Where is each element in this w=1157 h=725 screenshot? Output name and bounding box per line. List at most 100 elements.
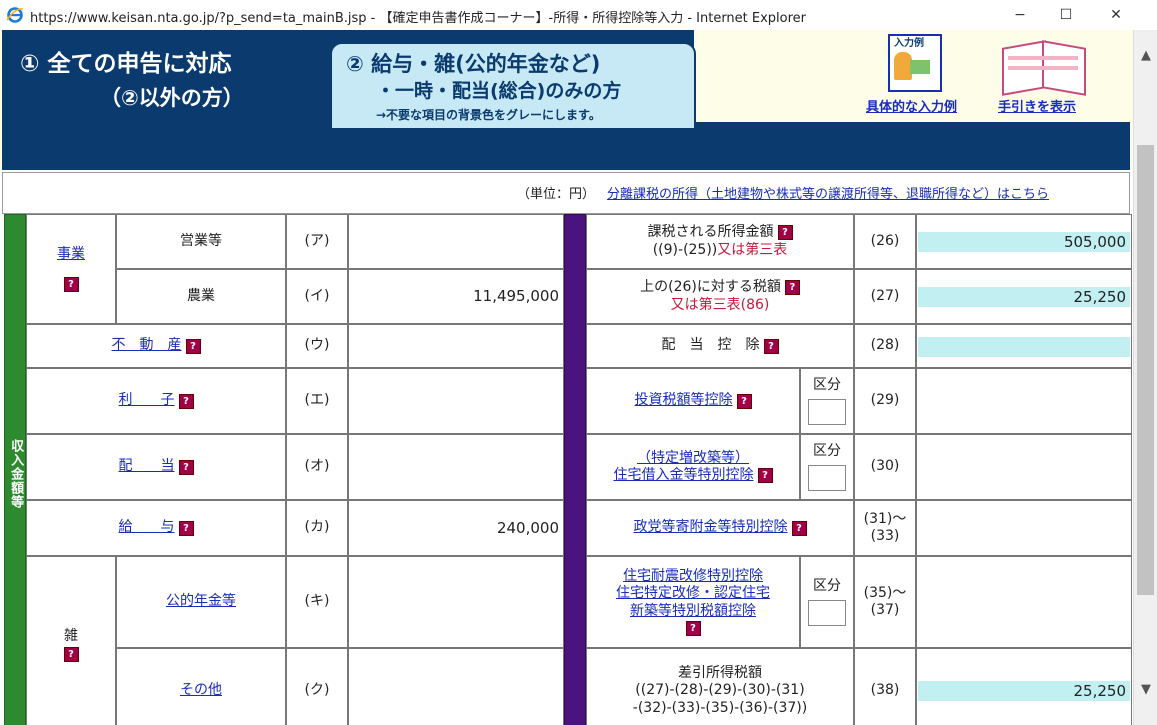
seismic-retrofit-link-1[interactable]: 住宅耐震改修特別控除 [623,568,763,586]
interest-code: (エ) [286,368,348,434]
input-example-link[interactable]: 具体的な入力例 [866,96,957,115]
net-tax-formula-1: ((27)-(28)-(29)-(30)-(31) [635,682,805,699]
seismic-retrofit-kubun-input[interactable] [808,599,846,626]
political-donation-label: 政党等寄附金等特別控除 ? [586,500,854,556]
business-help-icon[interactable]: ? [63,277,79,293]
business-sales-value[interactable] [348,214,564,269]
taxable-income-value[interactable]: 505,000 [918,232,1130,252]
dividend-deduction-help-icon[interactable]: ? [763,338,779,354]
mode-banner: ① 全ての申告に対応 （②以外の方） ② 給与・雑(公的年金など) ・一時・配当… [0,30,1133,170]
tab-salary-title: ② 給与・雑(公的年金など) [346,52,601,76]
investment-credit-value[interactable] [916,368,1132,434]
public-pension-link[interactable]: 公的年金等 [166,593,236,611]
unit-label: （単位：円） [517,187,596,202]
business-link[interactable]: 事業 [57,246,85,264]
vertical-scrollbar[interactable]: ▲ ▼ [1133,30,1157,725]
show-guide-link[interactable]: 手引きを表示 [998,96,1076,115]
dividend-deduction-label: 配 当 控 除 ? [586,324,854,368]
tax-amount-code: (27) [854,269,916,324]
net-tax-value[interactable]: 25,250 [918,681,1130,701]
taxable-income-formula: ((9)-(25)) [652,241,718,258]
dividend-link[interactable]: 配 当 [119,458,175,476]
housing-loan-help-icon[interactable]: ? [757,467,773,483]
seismic-retrofit-code-2: (37) [870,602,900,618]
seismic-retrofit-kubun-label: 区分 [813,578,841,595]
investment-credit-link[interactable]: 投資税額等控除 [635,392,733,410]
dividend-deduction-value[interactable] [918,337,1130,357]
public-pension-code: (キ) [286,556,348,648]
public-pension-row-label: 公的年金等 [116,556,286,648]
tab-salary-subtitle: ・一時・配当(総合)のみの方 [376,80,622,102]
public-pension-value[interactable] [348,556,564,648]
dividend-deduction-code: (28) [854,324,916,368]
housing-loan-value[interactable] [916,434,1132,500]
housing-loan-kubun: 区分 [800,434,854,500]
salary-value[interactable]: 240,000 [348,500,564,556]
tax-amount-alt: 又は第三表(86) [670,296,770,313]
seismic-retrofit-help-icon[interactable]: ? [685,621,701,637]
close-button[interactable]: ✕ [1094,0,1138,30]
housing-loan-link-2[interactable]: 住宅借入金等特別控除 [614,467,754,483]
misc-other-link[interactable]: その他 [180,682,222,700]
unit-row: （単位：円） 分離課税の所得（土地建物や株式等の譲渡所得等、退職所得など）はこち… [2,172,1130,214]
seismic-retrofit-value[interactable] [916,556,1132,648]
tab-all-returns[interactable]: ① 全ての申告に対応 （②以外の方） [2,30,330,122]
political-donation-code-2: (33) [870,528,900,544]
political-donation-help-icon[interactable]: ? [791,520,807,536]
interest-help-icon[interactable]: ? [178,393,194,409]
housing-loan-label: （特定増改築等） 住宅借入金等特別控除? [586,434,800,500]
seismic-retrofit-label: 住宅耐震改修特別控除 住宅特定改修・認定住宅 新築等特別税額控除 ? [586,556,800,648]
misc-other-value[interactable] [348,648,564,725]
business-farm-value[interactable]: 11,495,000 [348,269,564,324]
interest-link[interactable]: 利 子 [119,392,175,410]
minimize-button[interactable]: − [998,0,1042,30]
seismic-retrofit-link-2[interactable]: 住宅特定改修・認定住宅 [616,585,770,603]
tab-salary-note: →不要な項目の背景色をグレーにします。 [376,108,601,122]
taxable-income-label: 課税される所得金額? ((9)-(25))又は第三表 [586,214,854,269]
real-estate-link[interactable]: 不 動 産 [112,337,182,355]
tab-salary-pension-only[interactable]: ② 給与・雑(公的年金など) ・一時・配当(総合)のみの方 →不要な項目の背景色… [330,42,696,130]
misc-header: 雑 ? [26,556,116,725]
guide-book-icon[interactable] [998,32,1088,96]
tax-amount-title: 上の(26)に対する税額 [640,279,781,295]
political-donation-link[interactable]: 政党等寄附金等特別控除 [634,519,788,537]
tax-amount-help-icon[interactable]: ? [784,279,800,295]
misc-label: 雑 [64,627,78,644]
tax-amount-cell: 25,250 [916,269,1132,324]
dividend-help-icon[interactable]: ? [178,459,194,475]
investment-credit-help-icon[interactable]: ? [736,393,752,409]
taxable-income-alt: 又は第三表 [717,241,788,258]
scroll-up-icon[interactable]: ▲ [1134,44,1157,68]
maximize-button[interactable]: ☐ [1044,0,1088,30]
input-example-icon[interactable]: 入力例 [880,34,948,94]
net-tax-code: (38) [854,648,916,725]
separate-taxation-link[interactable]: 分離課税の所得（土地建物や株式等の譲渡所得等、退職所得など）はこちら [607,183,1049,202]
tax-amount-value[interactable]: 25,250 [918,287,1130,307]
salary-code: (カ) [286,500,348,556]
housing-loan-link-1[interactable]: （特定増改築等） [637,450,749,468]
misc-help-icon[interactable]: ? [63,647,79,663]
salary-row-label: 給 与 ? [26,500,286,556]
seismic-retrofit-link-3[interactable]: 新築等特別税額控除 [630,603,756,621]
investment-credit-kubun-input[interactable] [808,398,846,425]
political-donation-code: (31)～ (33) [854,500,916,556]
scroll-down-icon[interactable]: ▼ [1134,678,1157,702]
political-donation-value[interactable] [916,500,1132,556]
scrollbar-thumb[interactable] [1137,145,1154,595]
real-estate-help-icon[interactable]: ? [185,338,201,354]
dividend-code: (オ) [286,434,348,500]
real-estate-value[interactable] [348,324,564,368]
housing-loan-kubun-input[interactable] [808,464,846,491]
housing-loan-code: (30) [854,434,916,500]
taxable-income-help-icon[interactable]: ? [777,224,793,240]
tab-all-returns-subtitle: （②以外の方） [100,86,244,110]
interest-value[interactable] [348,368,564,434]
salary-help-icon[interactable]: ? [178,520,194,536]
dividend-value[interactable] [348,434,564,500]
seismic-retrofit-code-1: (35)～ [863,584,907,601]
page-content: ① 全ての申告に対応 （②以外の方） ② 給与・雑(公的年金など) ・一時・配当… [0,30,1133,725]
taxable-income-code: (26) [854,214,916,269]
business-header: 事業 ? [26,214,116,324]
tab-all-returns-title: ① 全ての申告に対応 [20,51,232,77]
salary-link[interactable]: 給 与 [119,519,175,537]
